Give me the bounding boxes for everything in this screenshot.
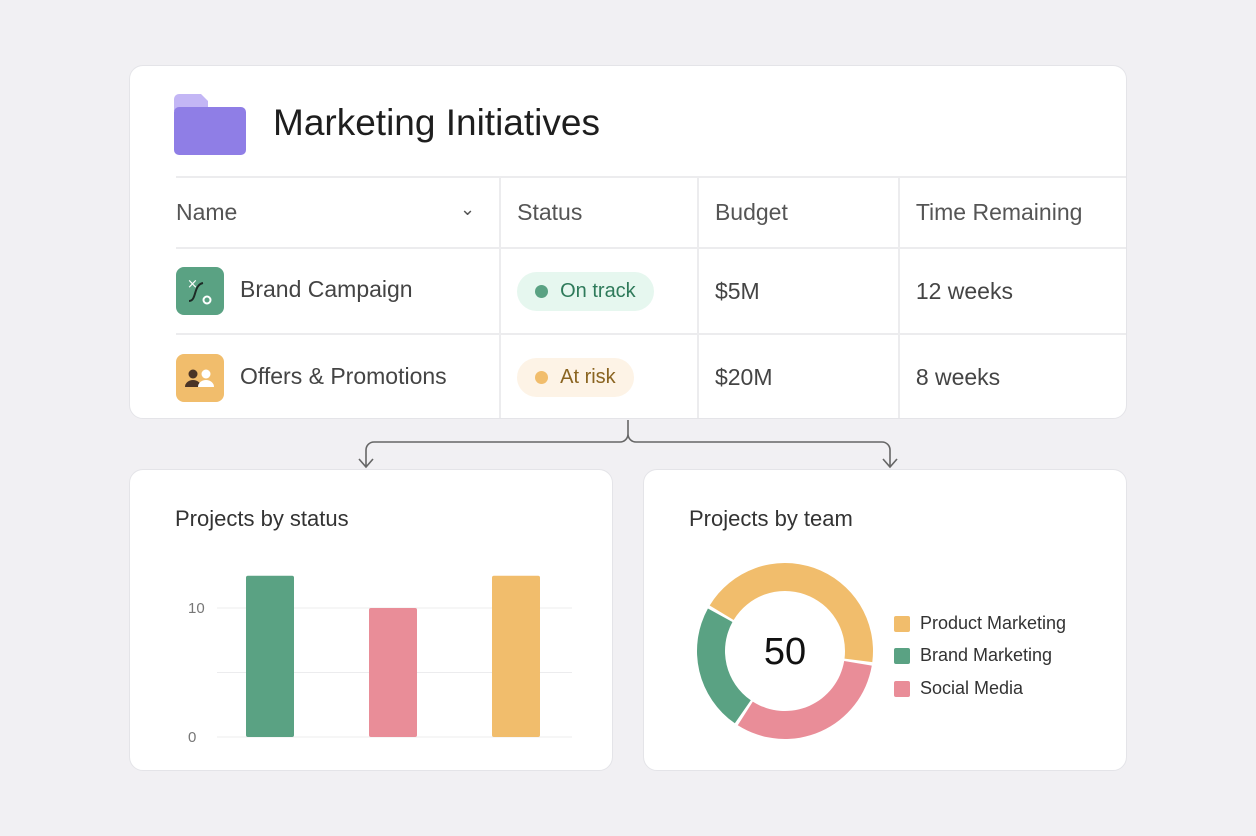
- donut-center-label: 50: [764, 631, 806, 673]
- bar: [492, 575, 540, 737]
- legend-item: Brand Marketing: [894, 645, 1052, 666]
- donut-chart: 50: [697, 563, 873, 739]
- bar-chart: 0 10: [188, 575, 572, 746]
- bar: [246, 575, 294, 737]
- legend-item: Social Media: [894, 678, 1023, 699]
- donut-segment: [697, 608, 751, 724]
- team-chart-card: Projects by team 50 Product Marketing Br…: [643, 469, 1127, 771]
- y-tick-label: 0: [188, 729, 196, 746]
- y-tick-label: 10: [188, 600, 205, 617]
- bar: [369, 608, 417, 737]
- status-chart-card: Projects by status 0 10: [129, 469, 613, 771]
- legend-item: Product Marketing: [894, 613, 1066, 634]
